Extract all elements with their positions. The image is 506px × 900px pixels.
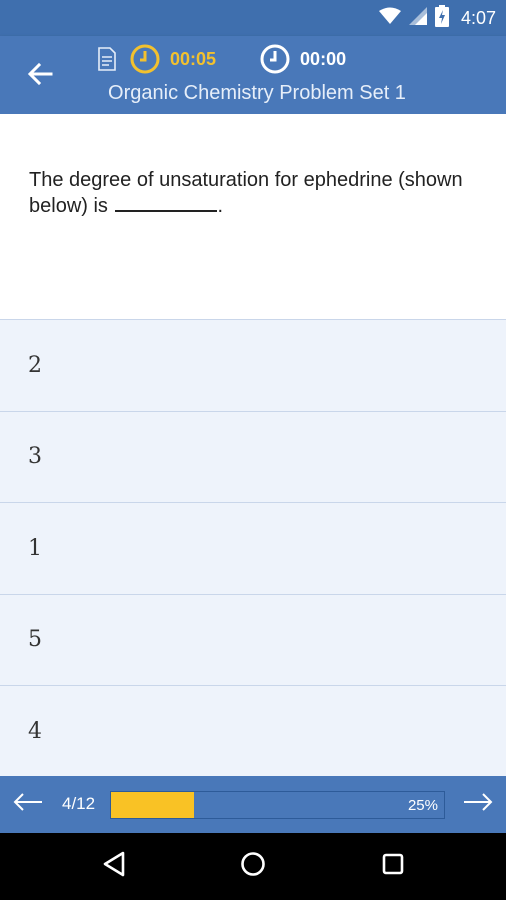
- next-question-button[interactable]: [458, 786, 498, 822]
- app-header: 00:05 00:00 Organic Chemistry Problem Se…: [0, 36, 506, 114]
- answer-option-label: 3: [28, 444, 42, 470]
- clock-icon: [130, 44, 160, 74]
- previous-question-button[interactable]: [8, 786, 48, 822]
- answer-option[interactable]: 5: [0, 593, 506, 686]
- system-nav-bar: [0, 833, 506, 900]
- answer-option[interactable]: 2: [0, 319, 506, 411]
- status-icons: 4:07: [378, 0, 496, 36]
- status-bar: 4:07: [0, 0, 506, 36]
- question-body: The degree of unsaturation for ephedrine…: [29, 169, 463, 217]
- total-timer-value: 00:00: [300, 48, 347, 69]
- answer-option[interactable]: 1: [0, 502, 506, 594]
- timers-row: 00:05 00:00: [96, 44, 346, 74]
- status-time: 4:07: [460, 7, 496, 28]
- clock-icon: [260, 44, 290, 74]
- progress-percent: 25%: [407, 797, 438, 814]
- question-suffix: .: [217, 195, 224, 217]
- cellular-signal-icon: [408, 6, 427, 30]
- arrow-left-icon: [13, 792, 43, 817]
- page-title: Organic Chemistry Problem Set 1: [108, 82, 406, 104]
- nav-recents-button[interactable]: [373, 848, 413, 884]
- progress-track: 25%: [110, 791, 445, 819]
- total-timer: 00:00: [260, 44, 346, 74]
- answer-option-label: 5: [28, 627, 42, 653]
- answer-option-label: 4: [28, 718, 42, 744]
- nav-back-button[interactable]: [94, 848, 134, 884]
- answer-option-label: 1: [28, 535, 42, 561]
- question-counter: 4/12: [62, 794, 96, 813]
- nav-home-icon: [240, 851, 266, 882]
- nav-home-button[interactable]: [233, 848, 273, 884]
- answer-list: 2 3 1 5 4: [0, 319, 506, 776]
- answer-option[interactable]: 4: [0, 685, 506, 777]
- elapsed-timer: 00:05: [130, 44, 216, 74]
- document-icon[interactable]: [96, 46, 118, 72]
- question-text: The degree of unsaturation for ephedrine…: [29, 167, 469, 219]
- nav-recents-icon: [381, 852, 405, 881]
- answer-option-label: 2: [28, 352, 42, 378]
- question-panel: The degree of unsaturation for ephedrine…: [0, 114, 506, 319]
- nav-back-icon: [102, 851, 126, 882]
- answer-blank: [115, 194, 218, 212]
- arrow-right-icon: [463, 792, 493, 817]
- progress-fill: [111, 792, 195, 818]
- elapsed-timer-value: 00:05: [170, 48, 217, 69]
- battery-charging-icon: [434, 4, 449, 32]
- progress-bar-footer: 4/12 25%: [0, 776, 506, 833]
- wifi-icon: [378, 7, 401, 30]
- app-screen: 4:07 00:05 00:00 Organic Chemistry Probl…: [0, 0, 506, 900]
- answer-option[interactable]: 3: [0, 410, 506, 503]
